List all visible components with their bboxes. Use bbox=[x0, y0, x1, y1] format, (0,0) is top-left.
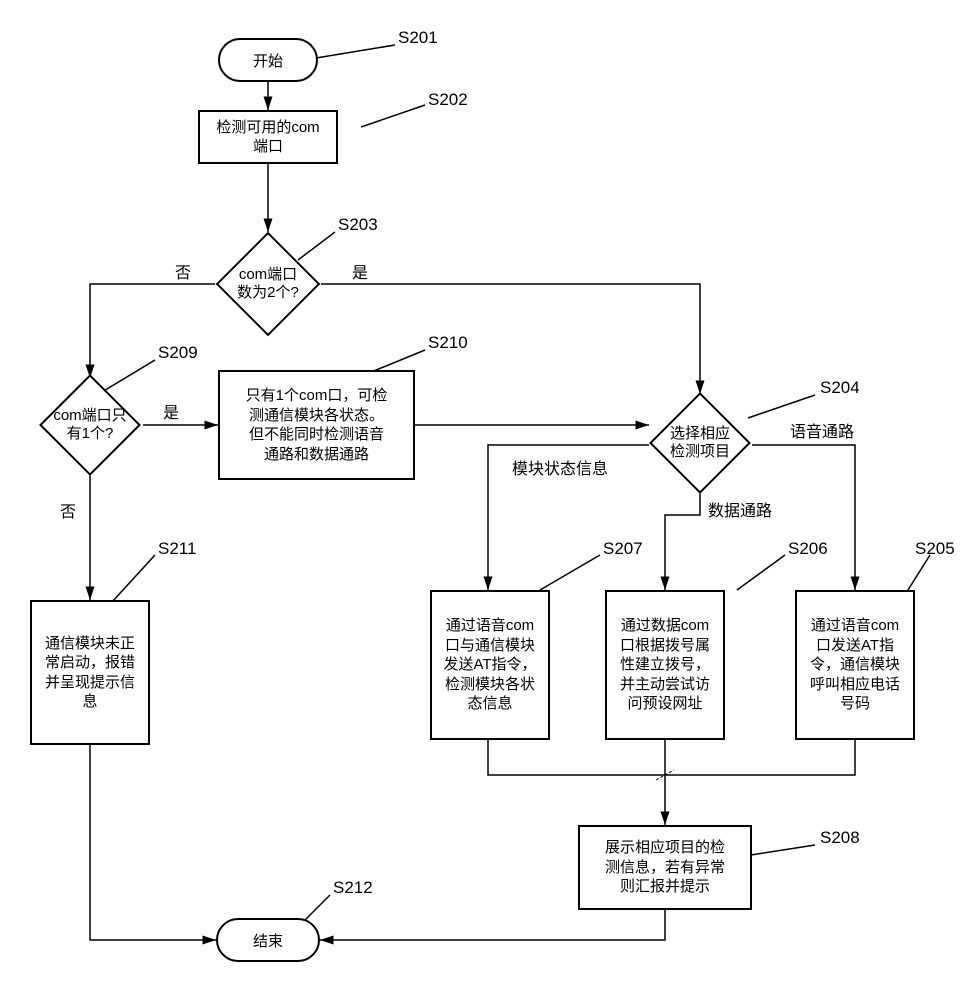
node-status: 通过语音com 口与通信模块 发送AT指令， 检测模块各状 态信息 bbox=[430, 590, 550, 740]
node-status-label: 通过语音com 口与通信模块 发送AT指令， 检测模块各状 态信息 bbox=[443, 616, 536, 714]
edge-q2-no: 否 bbox=[175, 259, 191, 283]
node-q1-label: com端口只 有1个? bbox=[53, 407, 126, 443]
step-s211: S211 bbox=[158, 539, 196, 559]
node-data: 通过数据com 口根据拨号属 性建立拨号， 并主动尝试访 问预设网址 bbox=[605, 590, 725, 740]
node-end-label: 结束 bbox=[253, 930, 283, 951]
node-only1-label: 只有1个com口，可检 测通信模块各状态。 但不能同时检测语音 通路和数据通路 bbox=[246, 386, 388, 464]
node-show: 展示相应项目的检 测信息，若有异常 则汇报并提示 bbox=[578, 825, 752, 910]
step-s203: S203 bbox=[338, 215, 378, 235]
node-end: 结束 bbox=[216, 918, 320, 962]
edge-q1-no: 否 bbox=[60, 498, 76, 522]
node-q2-label: com端口 数为2个? bbox=[237, 266, 299, 302]
node-start-label: 开始 bbox=[253, 50, 283, 71]
edge-q2-yes: 是 bbox=[352, 259, 368, 283]
node-fail: 通信模块未正 常启动，报错 并呈现提示信 息 bbox=[30, 600, 150, 745]
node-start: 开始 bbox=[218, 38, 318, 82]
node-data-label: 通过数据com 口根据拨号属 性建立拨号， 并主动尝试访 问预设网址 bbox=[620, 616, 710, 714]
node-only1: 只有1个com口，可检 测通信模块各状态。 但不能同时检测语音 通路和数据通路 bbox=[218, 370, 415, 480]
node-voice: 通过语音com 口发送AT指 令，通信模块 呼叫相应电话 号码 bbox=[795, 590, 915, 740]
node-fail-label: 通信模块未正 常启动，报错 并呈现提示信 息 bbox=[45, 634, 135, 712]
flowchart-canvas: 开始 检测可用的com 端口 com端口 数为2个? com端口只 有1个? 只… bbox=[0, 0, 974, 1000]
flow-arrows bbox=[0, 0, 974, 1000]
node-detect: 检测可用的com 端口 bbox=[198, 110, 338, 164]
step-s204: S204 bbox=[820, 378, 860, 398]
edge-q1-yes: 是 bbox=[163, 399, 179, 423]
step-s205: S205 bbox=[915, 539, 955, 559]
step-s209: S209 bbox=[158, 343, 198, 363]
step-s210: S210 bbox=[428, 333, 468, 353]
edge-sel-data: 数据通路 bbox=[708, 497, 772, 521]
node-select-label: 选择相应 检测项目 bbox=[670, 425, 730, 461]
step-s208: S208 bbox=[820, 828, 860, 848]
step-s201: S201 bbox=[398, 28, 438, 48]
step-s206: S206 bbox=[788, 539, 828, 559]
step-s202: S202 bbox=[428, 90, 468, 110]
edge-sel-voice: 语音通路 bbox=[790, 418, 854, 442]
node-show-label: 展示相应项目的检 测信息，若有异常 则汇报并提示 bbox=[605, 838, 725, 897]
step-s207: S207 bbox=[603, 539, 643, 559]
node-voice-label: 通过语音com 口发送AT指 令，通信模块 呼叫相应电话 号码 bbox=[810, 616, 900, 714]
node-detect-label: 检测可用的com 端口 bbox=[216, 118, 319, 157]
edge-sel-status: 模块状态信息 bbox=[512, 455, 608, 479]
step-s212: S212 bbox=[333, 878, 373, 898]
